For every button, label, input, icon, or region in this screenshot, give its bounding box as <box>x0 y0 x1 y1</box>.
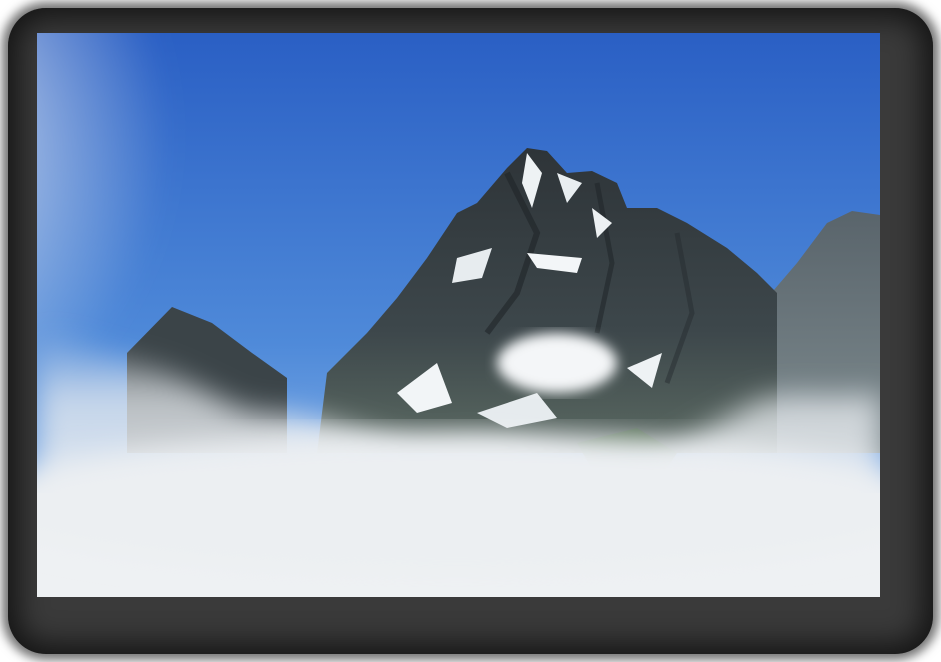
mountain-peak-icon <box>37 33 880 597</box>
mountain-photo <box>37 33 880 597</box>
